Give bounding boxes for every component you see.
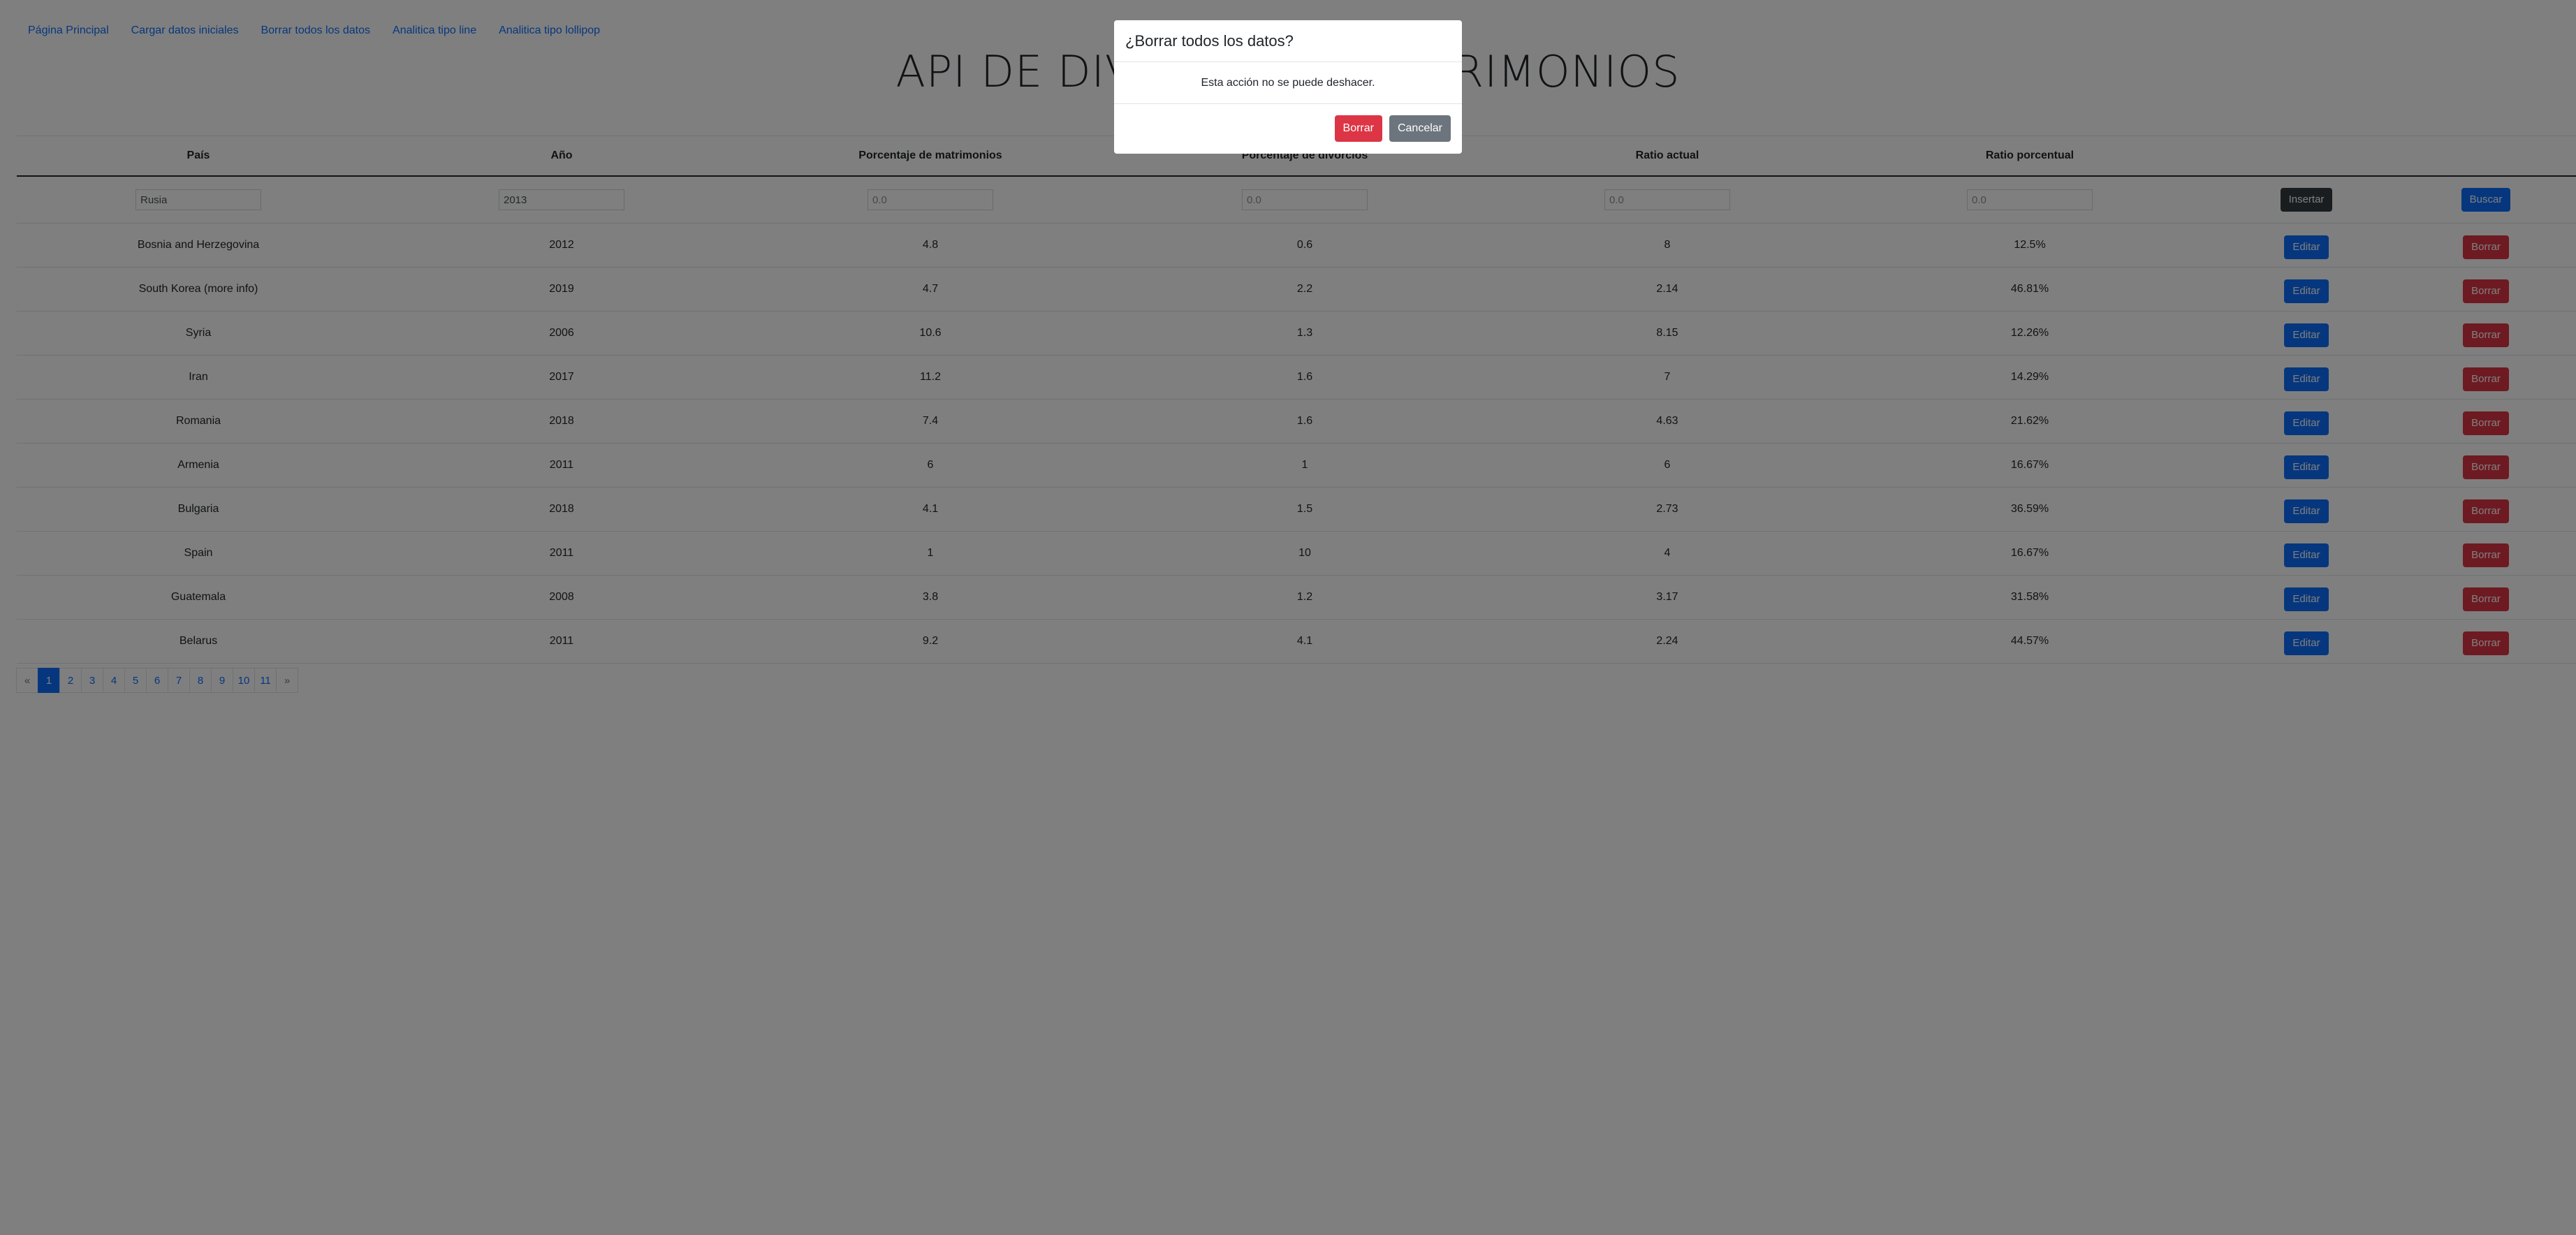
modal-title: ¿Borrar todos los datos? — [1114, 20, 1462, 62]
confirm-delete-modal: ¿Borrar todos los datos? Esta acción no … — [1114, 20, 1462, 154]
cancel-button[interactable]: Cancelar — [1389, 115, 1451, 142]
page: Página Principal Cargar datos iniciales … — [0, 0, 2576, 1235]
modal-message: Esta acción no se puede deshacer. — [1114, 62, 1462, 104]
modal-backdrop[interactable] — [0, 0, 2576, 1235]
confirm-delete-button[interactable]: Borrar — [1334, 115, 1382, 142]
modal-footer: Borrar Cancelar — [1114, 104, 1462, 153]
